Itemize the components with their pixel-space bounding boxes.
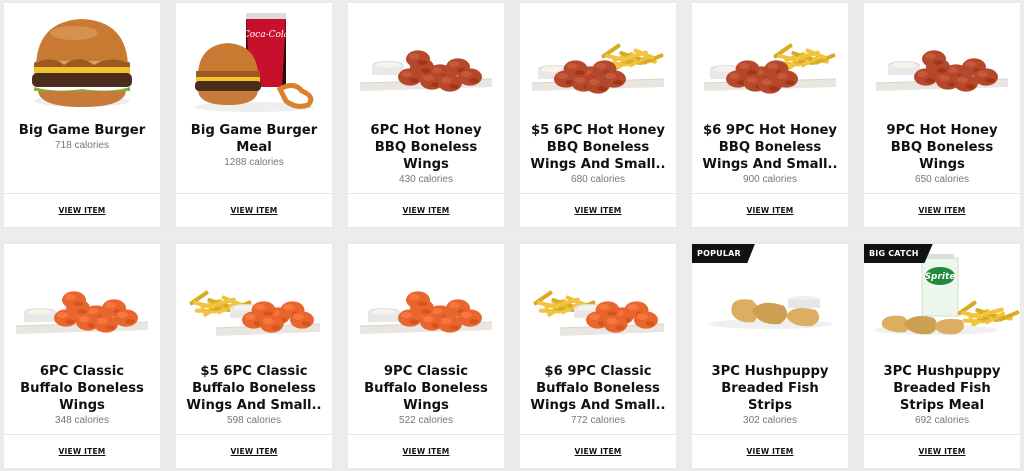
view-item-link[interactable]: VIEW ITEM [348, 206, 504, 215]
menu-item-name[interactable]: $5 6PC Hot Honey BBQ Boneless Wings And … [524, 122, 672, 186]
card-divider [4, 434, 160, 435]
menu-item-image[interactable] [692, 3, 848, 115]
view-item-link[interactable]: VIEW ITEM [520, 447, 676, 456]
menu-item-name[interactable]: 3PC Hushpuppy Breaded Fish Strips 302 cal… [696, 363, 844, 427]
menu-item-calories: 772 calories [571, 415, 625, 426]
menu-item-card[interactable]: Big Game Burger 718 calories VIEW ITEM [4, 3, 160, 227]
menu-item-calories: 1288 calories [224, 157, 284, 168]
menu-item-title[interactable]: 9PC Classic Buffalo Boneless Wings [364, 364, 488, 413]
menu-item-calories: 430 calories [399, 174, 453, 185]
menu-item-image[interactable] [176, 244, 332, 356]
menu-item-card[interactable]: 6PC Hot Honey BBQ Boneless Wings 430 calo… [348, 3, 504, 227]
menu-item-name[interactable]: 3PC Hushpuppy Breaded Fish Strips Meal 69… [868, 363, 1016, 427]
menu-item-title[interactable]: Big Game Burger [19, 123, 145, 138]
menu-item-card[interactable]: $6 9PC Classic Buffalo Boneless Wings An… [520, 244, 676, 468]
menu-item-title[interactable]: $5 6PC Classic Buffalo Boneless Wings An… [186, 364, 321, 413]
card-divider [692, 434, 848, 435]
menu-item-name[interactable]: Big Game Burger 718 calories [8, 122, 156, 152]
view-item-link[interactable]: VIEW ITEM [4, 206, 160, 215]
menu-item-image[interactable] [864, 3, 1020, 115]
view-item-link[interactable]: VIEW ITEM [520, 206, 676, 215]
menu-item-card[interactable]: 9PC Classic Buffalo Boneless Wings 522 ca… [348, 244, 504, 468]
menu-item-name[interactable]: 6PC Hot Honey BBQ Boneless Wings 430 calo… [352, 122, 500, 186]
menu-item-name[interactable]: Big Game Burger Meal 1288 calories [180, 122, 328, 169]
menu-item-name[interactable]: $5 6PC Classic Buffalo Boneless Wings An… [180, 363, 328, 427]
view-item-link[interactable]: VIEW ITEM [4, 447, 160, 456]
cup-logo: Sprite [925, 272, 956, 282]
card-divider [864, 193, 1020, 194]
item-badge: POPULAR [692, 244, 755, 263]
card-divider [348, 434, 504, 435]
item-badge: BIG CATCH [864, 244, 933, 263]
menu-item-title[interactable]: $5 6PC Hot Honey BBQ Boneless Wings And … [530, 123, 665, 172]
menu-item-card[interactable]: 6PC Classic Buffalo Boneless Wings 348 ca… [4, 244, 160, 468]
menu-item-card[interactable]: POPULAR 3PC Hushpuppy Breaded Fish Strips… [692, 244, 848, 468]
menu-item-card[interactable]: Coca-Cola Big Game Burger Meal 1288 calor… [176, 3, 332, 227]
menu-item-image[interactable] [520, 244, 676, 356]
menu-item-title[interactable]: 3PC Hushpuppy Breaded Fish Strips Meal [883, 364, 1000, 413]
menu-item-calories: 302 calories [743, 415, 797, 426]
view-item-link[interactable]: VIEW ITEM [176, 447, 332, 456]
card-divider [176, 434, 332, 435]
card-divider [520, 193, 676, 194]
view-item-link[interactable]: VIEW ITEM [692, 206, 848, 215]
cup-logo: Coca-Cola [243, 30, 289, 40]
card-divider [348, 193, 504, 194]
menu-item-title[interactable]: 3PC Hushpuppy Breaded Fish Strips [711, 364, 828, 413]
card-divider [176, 193, 332, 194]
menu-item-card[interactable]: Sprite BIG CATCH 3PC Hushpuppy Breaded Fi… [864, 244, 1020, 468]
card-divider [692, 193, 848, 194]
menu-item-calories: 522 calories [399, 415, 453, 426]
menu-item-title[interactable]: 6PC Hot Honey BBQ Boneless Wings [370, 123, 481, 172]
menu-item-title[interactable]: Big Game Burger Meal [191, 123, 317, 155]
card-divider [864, 434, 1020, 435]
view-item-link[interactable]: VIEW ITEM [864, 447, 1020, 456]
menu-item-title[interactable]: 9PC Hot Honey BBQ Boneless Wings [886, 123, 997, 172]
menu-item-image[interactable] [4, 3, 160, 115]
menu-item-card[interactable]: $5 6PC Hot Honey BBQ Boneless Wings And … [520, 3, 676, 227]
menu-item-card[interactable]: 9PC Hot Honey BBQ Boneless Wings 650 calo… [864, 3, 1020, 227]
menu-item-calories: 692 calories [915, 415, 969, 426]
menu-item-calories: 900 calories [743, 174, 797, 185]
menu-item-name[interactable]: $6 9PC Classic Buffalo Boneless Wings An… [524, 363, 672, 427]
menu-item-calories: 680 calories [571, 174, 625, 185]
menu-item-image[interactable] [348, 244, 504, 356]
menu-item-calories: 650 calories [915, 174, 969, 185]
menu-item-title[interactable]: $6 9PC Hot Honey BBQ Boneless Wings And … [702, 123, 837, 172]
view-item-link[interactable]: VIEW ITEM [692, 447, 848, 456]
menu-item-card[interactable]: $5 6PC Classic Buffalo Boneless Wings An… [176, 244, 332, 468]
menu-item-title[interactable]: 6PC Classic Buffalo Boneless Wings [20, 364, 144, 413]
card-divider [520, 434, 676, 435]
view-item-link[interactable]: VIEW ITEM [864, 206, 1020, 215]
menu-item-title[interactable]: $6 9PC Classic Buffalo Boneless Wings An… [530, 364, 665, 413]
menu-item-calories: 348 calories [55, 415, 109, 426]
view-item-link[interactable]: VIEW ITEM [176, 206, 332, 215]
menu-item-image[interactable]: Coca-Cola [176, 3, 332, 115]
menu-item-card[interactable]: $6 9PC Hot Honey BBQ Boneless Wings And … [692, 3, 848, 227]
menu-item-name[interactable]: $6 9PC Hot Honey BBQ Boneless Wings And … [696, 122, 844, 186]
menu-item-image[interactable] [520, 3, 676, 115]
menu-item-image[interactable] [4, 244, 160, 356]
menu-item-image[interactable] [348, 3, 504, 115]
menu-item-calories: 598 calories [227, 415, 281, 426]
menu-item-name[interactable]: 9PC Hot Honey BBQ Boneless Wings 650 calo… [868, 122, 1016, 186]
menu-item-calories: 718 calories [55, 140, 109, 151]
menu-grid: Big Game Burger 718 calories VIEW ITEM Coc… [4, 3, 1020, 468]
menu-item-name[interactable]: 9PC Classic Buffalo Boneless Wings 522 ca… [352, 363, 500, 427]
menu-item-name[interactable]: 6PC Classic Buffalo Boneless Wings 348 ca… [8, 363, 156, 427]
view-item-link[interactable]: VIEW ITEM [348, 447, 504, 456]
card-divider [4, 193, 160, 194]
